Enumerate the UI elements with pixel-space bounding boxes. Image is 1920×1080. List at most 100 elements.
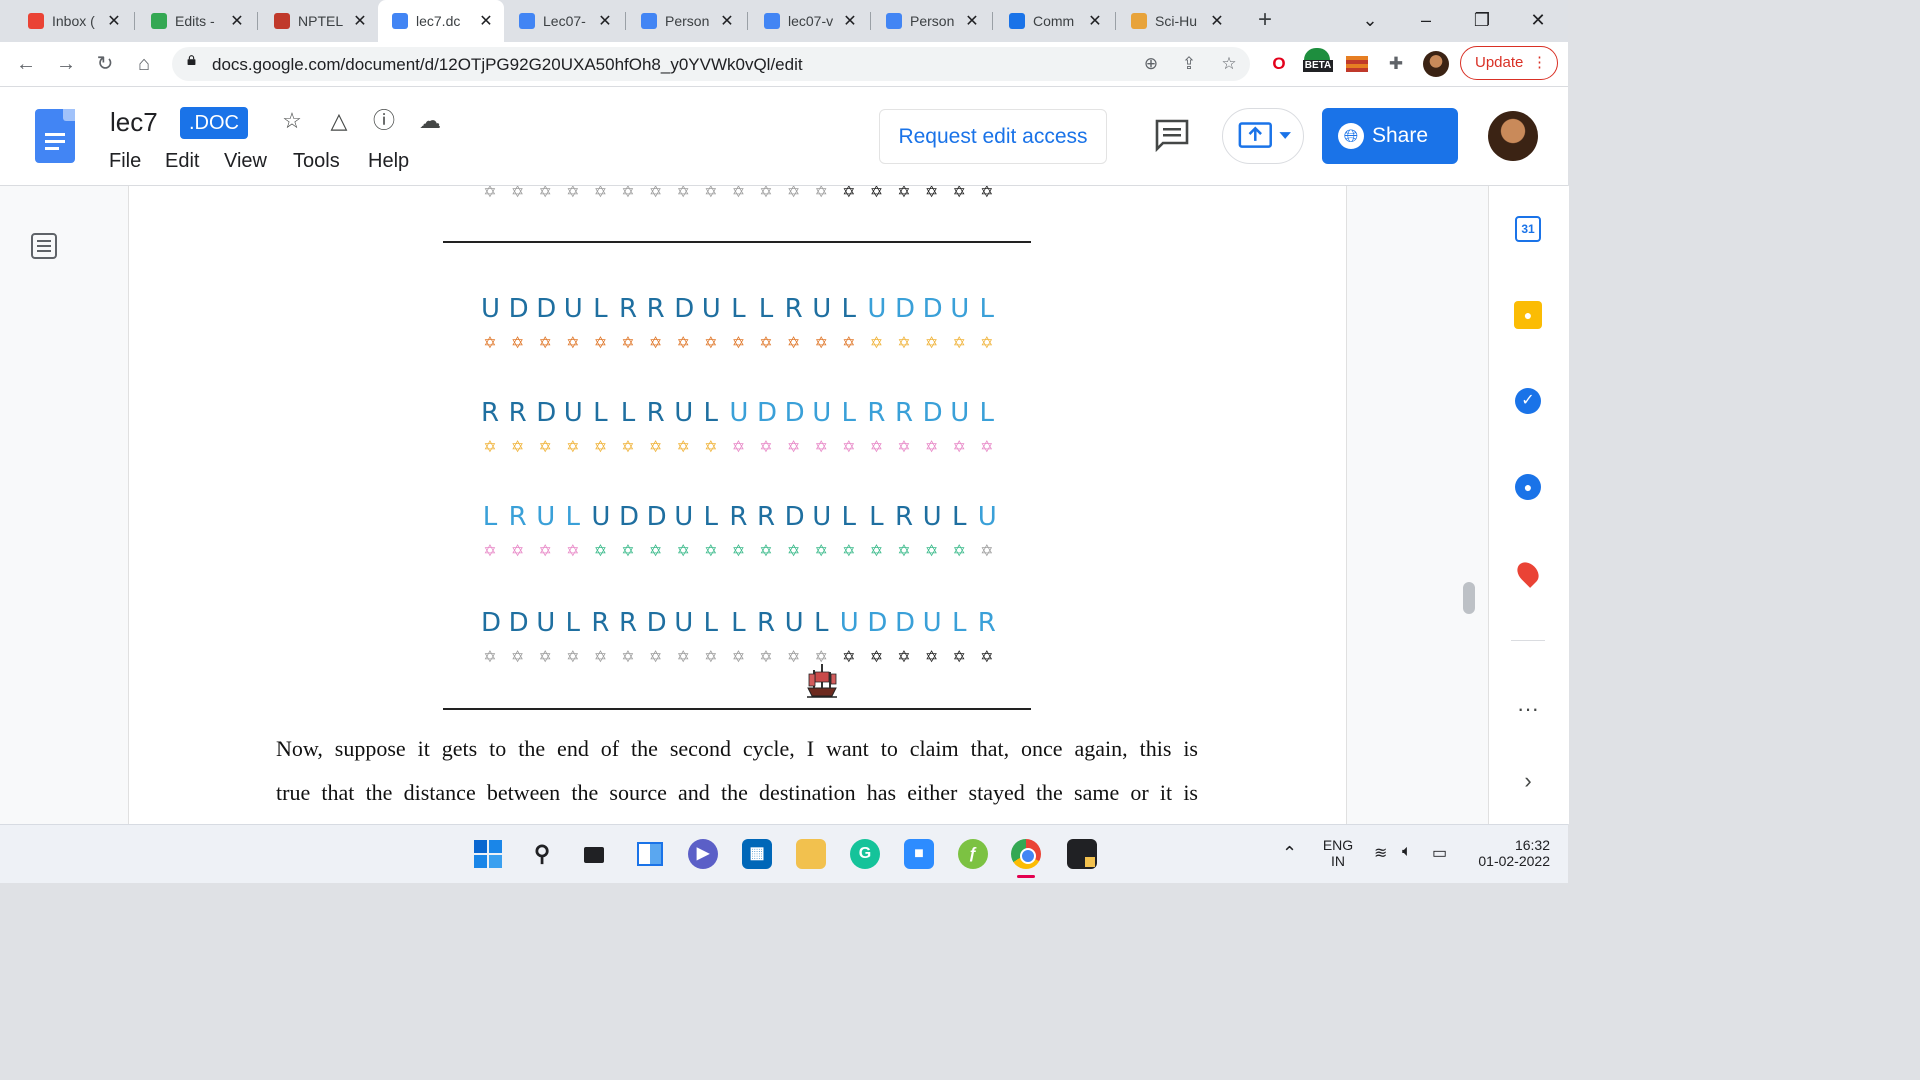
tab-close-icon[interactable]: ✕ [478, 11, 494, 31]
wifi-icon[interactable]: ≋ [1374, 843, 1387, 863]
contacts-icon[interactable]: ● [1511, 470, 1545, 504]
task-view-icon[interactable] [580, 839, 610, 869]
tasks-icon[interactable]: ✓ [1511, 384, 1545, 418]
direction-letter: L [703, 608, 719, 638]
direction-letter: D [895, 608, 916, 638]
more-horiz-icon[interactable]: ··· [1511, 692, 1545, 726]
docs-logo-icon[interactable] [35, 109, 75, 163]
direction-letter: L [593, 294, 608, 324]
profile-avatar[interactable] [1422, 50, 1450, 78]
calendar-icon[interactable]: 31 [1511, 212, 1545, 246]
star-icon: ✡ [759, 186, 773, 201]
browser-tab[interactable]: Sci-Hu ✕ [1117, 0, 1235, 42]
star-icon: ✡ [538, 647, 552, 666]
document-outline-icon[interactable] [30, 232, 58, 260]
star-icon: ✡ [786, 647, 801, 666]
beta-extension-icon[interactable]: BETA [1303, 46, 1333, 74]
bookmark-star-icon[interactable]: ☆ [1218, 53, 1240, 75]
store-icon[interactable]: ▦ [742, 839, 772, 869]
green-app-icon[interactable]: ƒ [958, 839, 988, 869]
battery-icon[interactable]: ▭ [1432, 843, 1447, 863]
clock[interactable]: 16:32 01-02-2022 [1466, 837, 1550, 869]
document-title[interactable]: lec7 [110, 107, 158, 138]
search-icon[interactable]: ⚲ [527, 839, 557, 869]
star-icon: ✡ [814, 541, 828, 560]
chat-icon[interactable]: ▶ [688, 839, 718, 869]
menu-help[interactable]: Help [368, 150, 409, 173]
menu-edit[interactable]: Edit [165, 150, 199, 173]
browser-tab[interactable]: lec7.dc ✕ [378, 0, 504, 42]
home-icon[interactable]: ⌂ [130, 50, 158, 78]
browser-tab[interactable]: Inbox (✕ [14, 0, 132, 42]
new-tab-button[interactable]: + [1252, 8, 1278, 34]
browser-tab[interactable]: Edits - ✕ [137, 0, 255, 42]
tab-close-icon[interactable]: ✕ [842, 11, 858, 31]
direction-letter: D [536, 294, 557, 324]
star-row: ✡ ✡ ✡ ✡ ✡ ✡ ✡ ✡ ✡ ✡ ✡ ✡ ✡ ✡ ✡ ✡ ✡ ✡ ✡ [481, 334, 1001, 352]
info-icon[interactable]: ⓘ [370, 107, 398, 135]
tab-close-icon[interactable]: ✕ [1209, 11, 1225, 31]
star-icon: ✡ [786, 437, 801, 456]
tab-close-icon[interactable]: ✕ [1087, 11, 1103, 31]
menu-view[interactable]: View [224, 150, 267, 173]
browser-tab[interactable]: lec07-v ✕ [750, 0, 868, 42]
present-button[interactable] [1222, 108, 1304, 164]
browser-tab[interactable]: NPTEL ✕ [260, 0, 378, 42]
account-avatar[interactable] [1488, 111, 1538, 161]
grammarly-icon[interactable]: G [850, 839, 880, 869]
forward-arrow-icon[interactable]: → [52, 50, 80, 78]
tab-search-chevron-icon[interactable]: ⌄ [1350, 6, 1390, 34]
browser-tab[interactable]: Comm ✕ [995, 0, 1113, 42]
language-indicator[interactable]: ENG IN [1318, 837, 1358, 869]
update-button[interactable]: Update ⋮ [1460, 46, 1558, 80]
brick-extension-icon[interactable] [1343, 50, 1371, 78]
nptel-icon [274, 13, 290, 29]
tab-close-icon[interactable]: ✕ [229, 11, 245, 31]
browser-tab[interactable]: Person ✕ [872, 0, 990, 42]
star-icon: ✡ [980, 647, 994, 666]
opera-extension-icon[interactable]: O [1265, 50, 1293, 78]
zoom-icon[interactable]: ⊕ [1140, 53, 1162, 75]
comment-history-icon[interactable] [1154, 117, 1190, 153]
zoom-app-icon[interactable]: ■ [904, 839, 934, 869]
keep-icon[interactable]: ● [1511, 298, 1545, 332]
chrome-icon[interactable] [1011, 839, 1041, 869]
tray-chevron-up-icon[interactable]: ⌃ [1282, 843, 1297, 864]
tab-close-icon[interactable]: ✕ [597, 11, 613, 31]
tab-close-icon[interactable]: ✕ [352, 11, 368, 31]
menu-tools[interactable]: Tools [293, 150, 340, 173]
tab-close-icon[interactable]: ✕ [964, 11, 980, 31]
widgets-icon[interactable] [635, 839, 665, 869]
browser-tab[interactable]: Person ✕ [627, 0, 745, 42]
star-icon: ✡ [566, 437, 580, 456]
menu-file[interactable]: File [109, 150, 141, 173]
star-icon[interactable]: ☆ [278, 107, 306, 135]
chevron-right-icon[interactable]: › [1511, 764, 1545, 798]
tab-close-icon[interactable]: ✕ [719, 11, 735, 31]
direction-letter: L [758, 294, 774, 324]
reload-icon[interactable]: ↻ [91, 50, 119, 78]
sticky-notes-icon[interactable] [1067, 839, 1097, 869]
address-bar[interactable]: docs.google.com/document/d/12OTjPG92G20U… [172, 47, 1250, 81]
star-icon: ✡ [483, 186, 497, 201]
vertical-scrollbar[interactable] [1463, 582, 1475, 614]
star-icon: ✡ [510, 437, 525, 456]
add-to-drive-icon[interactable]: △ [325, 107, 353, 135]
request-edit-access-button[interactable]: Request edit access [879, 109, 1107, 164]
star-icon: ✡ [842, 333, 856, 352]
direction-letter: L [731, 608, 746, 638]
browser-tab[interactable]: Lec07- ✕ [505, 0, 623, 42]
restore-button[interactable]: ❐ [1462, 6, 1502, 34]
share-button[interactable]: 🌐︎ Share [1322, 108, 1458, 164]
share-page-icon[interactable]: ⇪ [1178, 53, 1200, 75]
file-explorer-icon[interactable] [796, 839, 826, 869]
close-window-button[interactable]: ✕ [1518, 6, 1558, 34]
maps-icon[interactable] [1511, 556, 1545, 590]
volume-icon[interactable]: 🔈︎ [1402, 843, 1412, 861]
extensions-puzzle-icon[interactable]: ✚ [1382, 50, 1410, 78]
windows-start-icon[interactable] [473, 839, 503, 869]
minimize-button[interactable]: – [1406, 6, 1446, 34]
direction-letter: U [977, 502, 997, 532]
tab-close-icon[interactable]: ✕ [106, 11, 122, 31]
back-arrow-icon[interactable]: ← [12, 50, 40, 78]
